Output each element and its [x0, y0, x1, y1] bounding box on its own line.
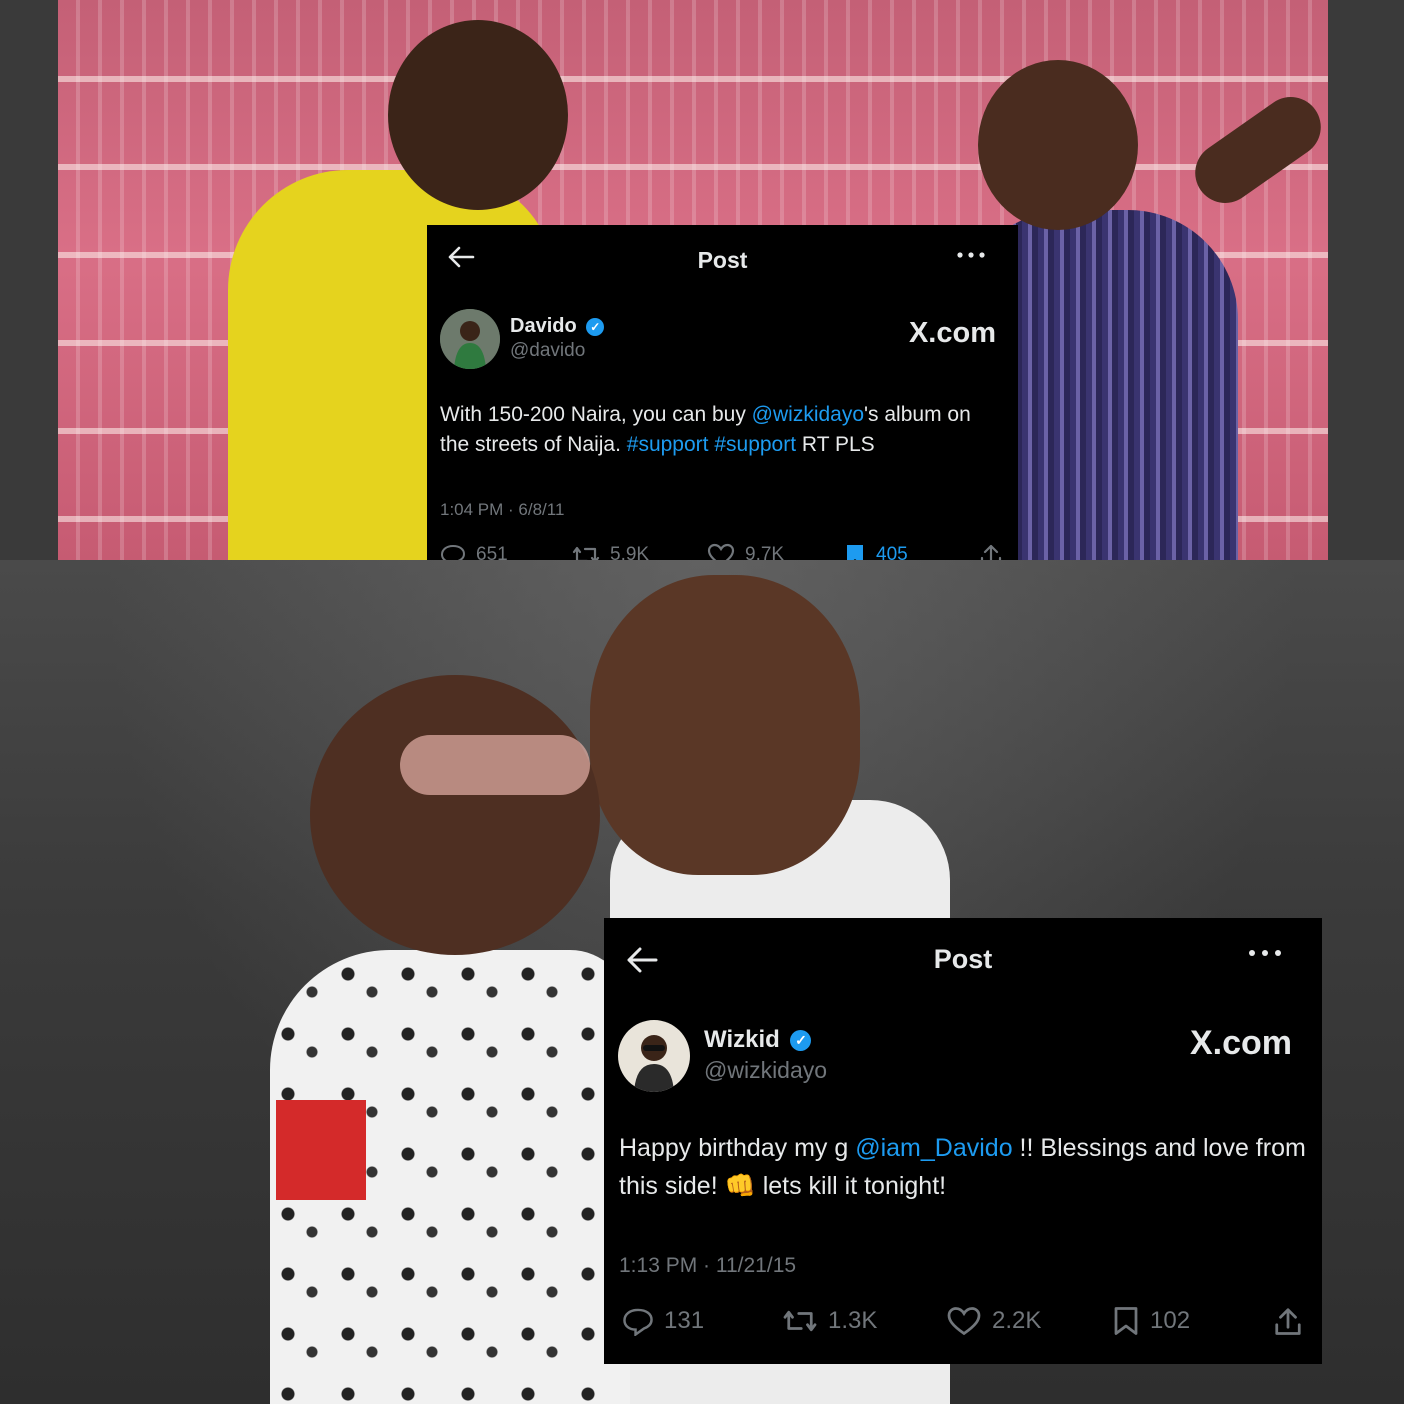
more-icon[interactable]	[1248, 940, 1282, 971]
post-title: Post	[933, 944, 993, 974]
post-title: Post	[697, 247, 748, 273]
sunglasses	[400, 735, 590, 795]
avatar[interactable]	[618, 1020, 690, 1092]
tweet-text-part: With 150-200 Naira, you can buy	[440, 403, 752, 426]
share-button[interactable]	[1274, 1306, 1302, 1336]
bookmark-button[interactable]: 102	[1112, 1306, 1190, 1336]
like-count: 9.7K	[745, 544, 785, 560]
tweet-text-part: lets kill it tonight!	[755, 1171, 947, 1200]
like-count: 2.2K	[992, 1307, 1042, 1334]
timestamp[interactable]: 1:04 PM · 6/8/11	[440, 500, 564, 520]
hashtag-link[interactable]: #support	[714, 433, 796, 456]
person-head-left	[310, 675, 600, 955]
tweet-text-part: RT PLS	[796, 433, 875, 457]
tweet-text-part: Happy birthday my g	[619, 1134, 856, 1162]
brand-label: X.com	[1189, 1024, 1292, 1062]
hashtag-link[interactable]: #support	[627, 433, 709, 456]
mention-link[interactable]: @wizkidayo	[752, 403, 864, 426]
shirt-red-stripe	[276, 1100, 366, 1200]
post-header: Post	[604, 918, 1322, 988]
handle[interactable]: @davido	[510, 340, 585, 362]
like-button[interactable]: 2.2K	[946, 1306, 1041, 1336]
repost-button[interactable]: 1.3K	[782, 1306, 877, 1336]
reply-button[interactable]: 651	[440, 543, 508, 560]
reply-icon	[623, 1308, 653, 1336]
repost-count: 1.3K	[828, 1307, 878, 1334]
tweet-card-davido: Post Davido ✓ @davido X.com With 150-200…	[427, 225, 1018, 560]
bookmark-icon	[847, 545, 863, 560]
display-name[interactable]: Wizkid ✓	[704, 1026, 812, 1054]
person-head-center	[590, 575, 860, 875]
reply-count: 131	[664, 1307, 705, 1334]
display-name-text: Davido	[510, 315, 577, 337]
verified-icon: ✓	[790, 1030, 812, 1052]
repost-count: 5.9K	[610, 544, 650, 560]
repost-button[interactable]: 5.9K	[572, 543, 649, 560]
avatar[interactable]	[440, 309, 500, 369]
share-button[interactable]	[980, 543, 1002, 560]
share-icon	[1275, 1308, 1301, 1335]
repost-icon	[783, 1310, 817, 1332]
share-icon	[980, 544, 1002, 560]
bookmark-count: 102	[1150, 1307, 1191, 1334]
brand-label: X.com	[908, 317, 996, 349]
like-icon	[707, 543, 735, 560]
like-icon	[947, 1307, 981, 1336]
bookmark-count: 405	[876, 544, 908, 560]
handle[interactable]: @wizkidayo	[704, 1057, 827, 1084]
bookmark-icon	[1114, 1307, 1138, 1335]
reply-count: 651	[476, 544, 508, 560]
post-header: Post	[427, 225, 1018, 295]
reply-button[interactable]: 131	[622, 1306, 704, 1336]
more-icon[interactable]	[956, 241, 986, 272]
repost-icon	[572, 546, 600, 560]
display-name[interactable]: Davido ✓	[510, 315, 605, 338]
tweet-text: With 150-200 Naira, you can buy @wizkida…	[440, 400, 1005, 461]
tweet-card-wizkid: Post Wizkid ✓ @wizkidayo X.com Happy bir…	[604, 918, 1322, 1364]
mention-link[interactable]: @iam_Davido	[855, 1134, 1012, 1162]
performer-raised-arm	[1183, 85, 1328, 215]
performer-head-right	[978, 60, 1138, 230]
display-name-text: Wizkid	[704, 1026, 780, 1053]
like-button[interactable]: 9.7K	[707, 543, 784, 560]
tweet-text: Happy birthday my g @iam_Davido !! Bless…	[619, 1130, 1309, 1205]
performer-head-left	[388, 20, 568, 210]
reply-icon	[440, 544, 466, 560]
verified-icon: ✓	[586, 317, 605, 336]
bookmark-button[interactable]: 405	[844, 543, 908, 560]
fist-emoji-icon: 👊	[724, 1171, 756, 1200]
timestamp[interactable]: 1:13 PM · 11/21/15	[619, 1254, 796, 1278]
